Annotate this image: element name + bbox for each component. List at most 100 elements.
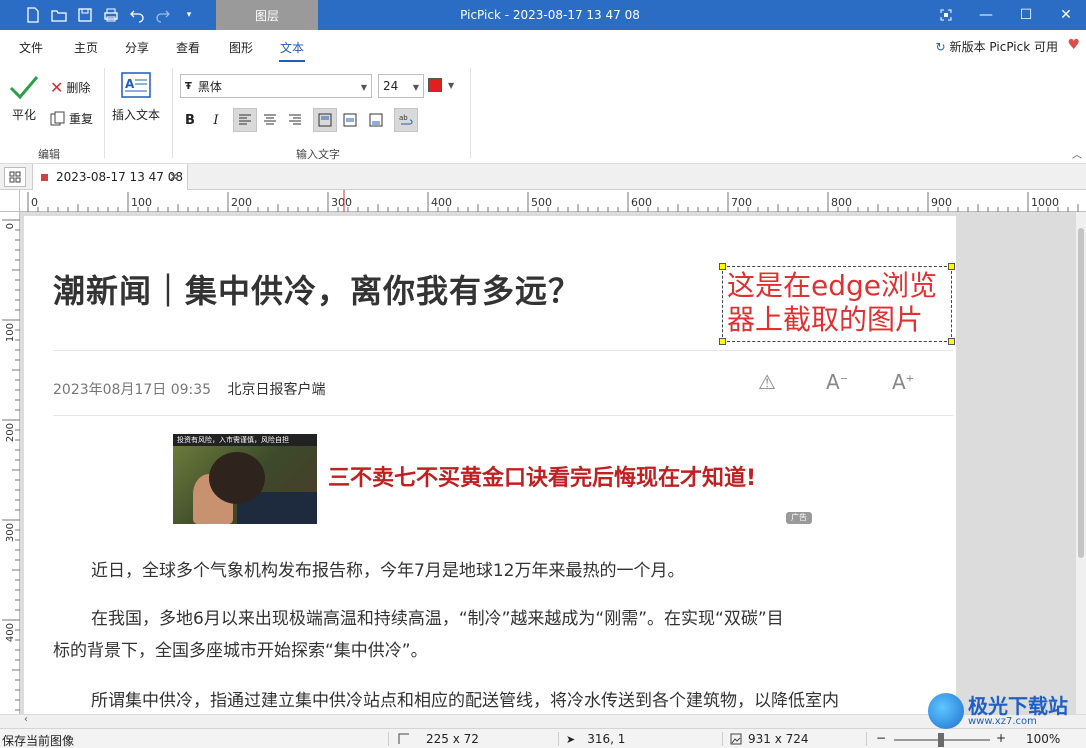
print-icon[interactable] — [100, 4, 122, 26]
text-color-picker[interactable]: ▼ — [428, 78, 454, 92]
align-center-button[interactable] — [258, 108, 282, 132]
zoom-in-icon[interactable]: + — [996, 731, 1006, 745]
chevron-down-icon: ▼ — [412, 83, 419, 92]
document-tab-bar: 2023-08-17 13 47 08 ✕ — [0, 164, 1086, 190]
align-right-button[interactable] — [283, 108, 307, 132]
scroll-left-icon[interactable]: ‹ — [24, 714, 28, 725]
delete-icon: ✕ — [50, 78, 64, 97]
bold-button[interactable]: B — [178, 108, 202, 132]
close-tab-icon[interactable]: ✕ — [169, 170, 179, 184]
report-icon: ⚠ — [758, 370, 776, 394]
tab-shapes[interactable]: 图形 — [229, 39, 253, 56]
tab-view[interactable]: 查看 — [176, 39, 200, 56]
font-increase-icon: A+ — [892, 370, 915, 394]
vertical-scrollbar[interactable] — [1076, 212, 1086, 714]
maximize-icon[interactable]: ☐ — [1006, 0, 1046, 30]
font-family-value: 黑体 — [197, 79, 222, 94]
group-input-label: 输入文字 — [296, 148, 340, 161]
collapse-ribbon-icon[interactable]: ︿ — [1072, 146, 1082, 161]
text-overlay-box[interactable]: 这是在edge浏览 器上截取的图片 — [719, 263, 955, 345]
ruler-label: 600 — [631, 196, 652, 209]
duplicate-icon — [50, 111, 65, 125]
resize-handle[interactable] — [719, 263, 726, 270]
heart-icon[interactable]: ♥ — [1067, 37, 1080, 53]
thumbnail-view-icon[interactable] — [4, 167, 26, 187]
divider — [53, 415, 953, 416]
redo-button[interactable]: 重复 — [50, 110, 93, 127]
font-family-select[interactable]: Ŧ 黑体 ▼ — [180, 74, 372, 98]
save-icon[interactable] — [74, 4, 96, 26]
delete-label: 删除 — [66, 81, 91, 95]
chevron-down-icon: ▼ — [448, 80, 455, 90]
paragraph: 近日，全球多个气象机构发布报告称，今年7月是地球12万年来最热的一个月。 — [91, 561, 685, 581]
cursor-icon: ➤ — [566, 732, 576, 746]
tab-share[interactable]: 分享 — [125, 39, 149, 56]
selection-size-value: 225 x 72 — [426, 732, 479, 746]
paragraph: 标的背景下，全国多座城市开始探索“集中供冷”。 — [53, 641, 428, 661]
tab-file[interactable]: 文件 — [19, 39, 43, 56]
align-left-button[interactable] — [233, 108, 257, 132]
ruler-label: 800 — [831, 196, 852, 209]
document-tab[interactable]: 2023-08-17 13 47 08 ✕ — [32, 164, 188, 190]
horizontal-scrollbar[interactable]: ‹ — [0, 714, 1086, 728]
delete-button[interactable]: ✕ 删除 — [50, 78, 90, 97]
tab-home[interactable]: 主页 — [74, 39, 98, 56]
ribbon-tabs: 文件 主页 分享 查看 图形 文本 ↻ 新版本 PicPick 可用 ♥ — [0, 30, 1086, 62]
tab-text[interactable]: 文本 — [278, 39, 306, 62]
ruler-label: 300 — [331, 196, 352, 209]
close-icon[interactable]: ✕ — [1046, 0, 1086, 30]
word-wrap-button[interactable]: ab — [394, 108, 418, 132]
ad-image: 投资有风险，入市需谨慎，风险自担 — [173, 434, 317, 524]
svg-text:ab: ab — [399, 114, 408, 122]
text-overlay-content[interactable]: 这是在edge浏览 器上截取的图片 — [727, 269, 937, 337]
title-bar: ▾ 图层 PicPick - 2023-08-17 13 47 08 — ☐ ✕ — [0, 0, 1086, 30]
undo-icon[interactable] — [126, 4, 148, 26]
ruler-label: 200 — [231, 196, 252, 209]
redo-icon[interactable] — [152, 4, 174, 26]
canvas-area[interactable]: 潮新闻｜集中供冷，离你我有多远？ 2023年08月17日 09:35 北京日报客… — [20, 212, 1076, 714]
valign-middle-button[interactable] — [338, 108, 362, 132]
insert-text-button[interactable]: A 插入文本 — [112, 72, 160, 123]
valign-top-button[interactable] — [313, 108, 337, 132]
resize-handle[interactable] — [719, 338, 726, 345]
scrollbar-thumb[interactable] — [1078, 228, 1084, 558]
layer-context-tab[interactable]: 图层 — [216, 0, 318, 30]
font-size-select[interactable]: 24 ▼ — [378, 74, 424, 98]
captured-image[interactable]: 潮新闻｜集中供冷，离你我有多远？ 2023年08月17日 09:35 北京日报客… — [24, 216, 956, 714]
image-icon — [730, 733, 742, 745]
divider — [53, 350, 953, 351]
ruler-label: 100 — [131, 196, 152, 209]
ruler-label: 400 — [5, 623, 16, 642]
insert-text-label: 插入文本 — [112, 108, 161, 122]
update-notice[interactable]: ↻ 新版本 PicPick 可用 — [936, 38, 1058, 55]
ruler-corner — [0, 190, 20, 212]
italic-button[interactable]: I — [204, 108, 228, 132]
checkmark-icon — [9, 76, 39, 100]
apply-button[interactable]: 平化 — [8, 74, 40, 123]
article-date: 2023年08月17日 09:35 — [53, 382, 212, 398]
resize-handle[interactable] — [948, 263, 955, 270]
status-separator — [722, 732, 723, 746]
zoom-level[interactable]: 100% — [1026, 732, 1060, 746]
chevron-down-icon: ▼ — [360, 83, 367, 92]
selection-icon — [398, 733, 409, 744]
paragraph: 所谓集中供冷，指通过建立集中供冷站点和相应的配送管线，将冷水传送到各个建筑物，以… — [91, 691, 839, 711]
minimize-icon[interactable]: — — [966, 0, 1006, 30]
valign-bottom-button[interactable] — [364, 108, 388, 132]
article-meta: 2023年08月17日 09:35 北京日报客户端 — [53, 379, 326, 399]
status-separator — [388, 732, 389, 746]
new-file-icon[interactable] — [22, 4, 44, 26]
window-controls: — ☐ ✕ — [926, 0, 1086, 30]
customize-toolbar-icon[interactable]: ▾ — [178, 4, 200, 26]
open-folder-icon[interactable] — [48, 4, 70, 26]
zoom-out-icon[interactable]: − — [876, 731, 886, 745]
resize-handle[interactable] — [948, 338, 955, 345]
insert-text-icon: A — [121, 72, 151, 98]
ruler-label: 200 — [5, 423, 16, 442]
ruler-label: 0 — [31, 196, 38, 209]
font-decrease-icon: A− — [826, 370, 849, 394]
zoom-slider-thumb[interactable] — [938, 733, 944, 747]
cursor-position-value: 316, 1 — [587, 732, 626, 746]
capture-icon[interactable] — [926, 0, 966, 30]
refresh-icon: ↻ — [935, 39, 946, 54]
